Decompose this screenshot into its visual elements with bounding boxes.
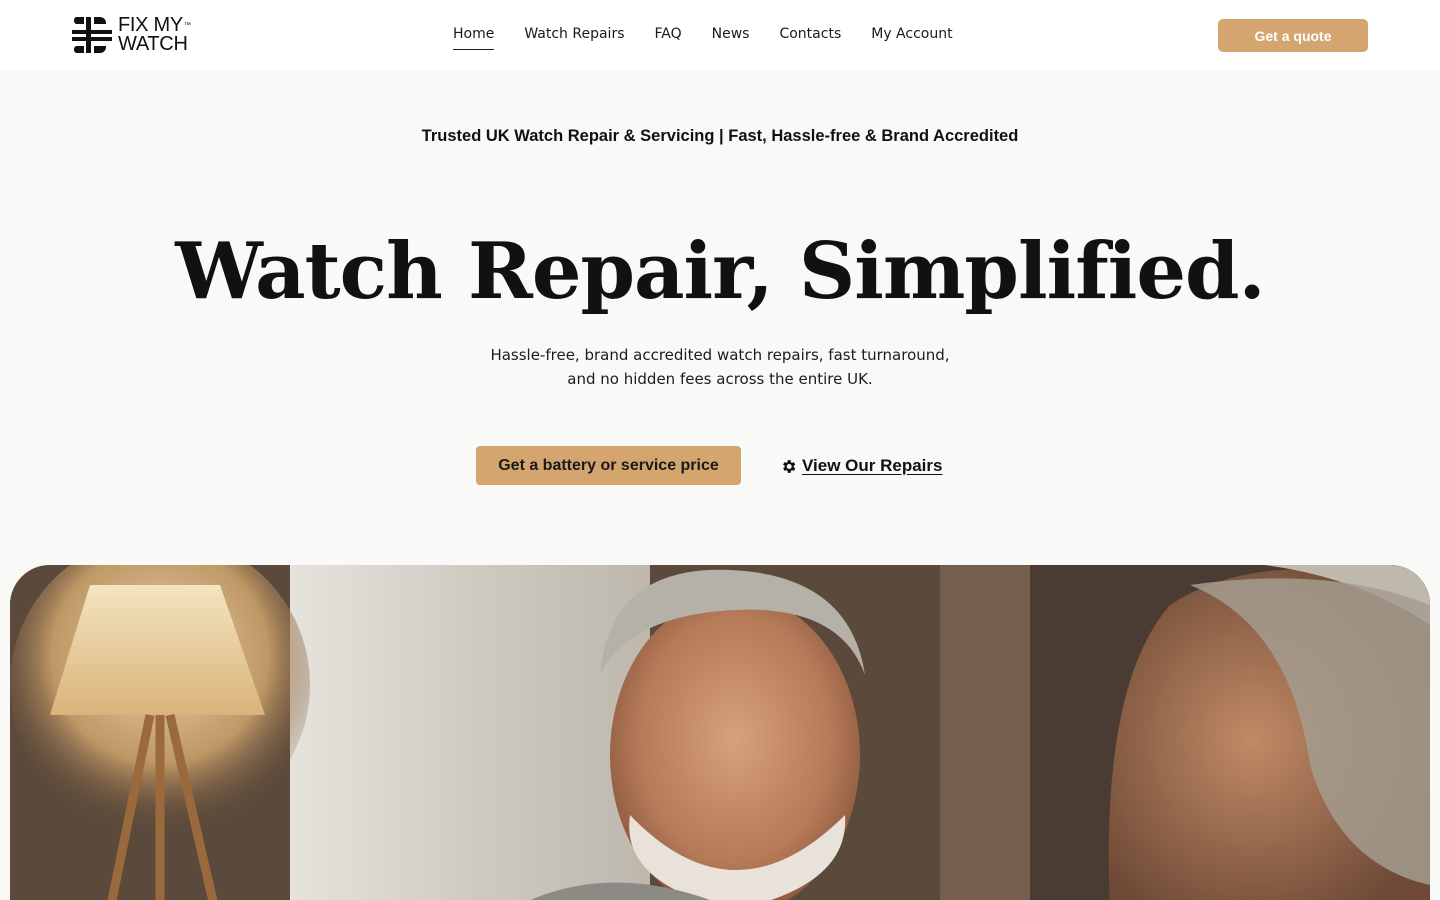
get-a-quote-button[interactable]: Get a quote: [1218, 19, 1368, 52]
nav-item-watch-repairs[interactable]: Watch Repairs: [524, 24, 624, 50]
nav-item-faq[interactable]: FAQ: [655, 24, 682, 50]
trademark-mark: ™: [183, 22, 191, 29]
battery-service-price-button[interactable]: Get a battery or service price: [476, 446, 741, 485]
hero-subtext: Hassle-free, brand accredited watch repa…: [420, 343, 1020, 391]
gear-icon: [783, 459, 796, 473]
hero-photo-illustration: [10, 565, 1430, 900]
brand-line-2: WATCH: [118, 33, 188, 55]
brand-logo[interactable]: FIX MY™ WATCH: [72, 14, 191, 56]
fix-my-watch-logo-icon: [72, 17, 112, 53]
hero-photo: [10, 565, 1430, 900]
brand-wordmark: FIX MY™ WATCH: [118, 15, 191, 55]
view-our-repairs-link[interactable]: View Our Repairs: [780, 454, 942, 478]
view-our-repairs-label: View Our Repairs: [802, 456, 943, 475]
hero-subtext-line-2: and no hidden fees across the entire UK.: [567, 370, 873, 388]
main-nav: Home Watch Repairs FAQ News Contacts My …: [453, 24, 953, 50]
nav-item-my-account[interactable]: My Account: [871, 24, 952, 50]
hero-subtext-line-1: Hassle-free, brand accredited watch repa…: [490, 346, 950, 364]
hero-headline: Watch Repair, Simplified.: [175, 226, 1265, 317]
nav-item-home[interactable]: Home: [453, 24, 495, 50]
trust-line: Trusted UK Watch Repair & Servicing | Fa…: [421, 127, 1019, 145]
nav-item-news[interactable]: News: [712, 24, 750, 50]
nav-item-contacts[interactable]: Contacts: [779, 24, 841, 50]
site-header: FIX MY™ WATCH Home Watch Repairs FAQ New…: [0, 0, 1440, 70]
